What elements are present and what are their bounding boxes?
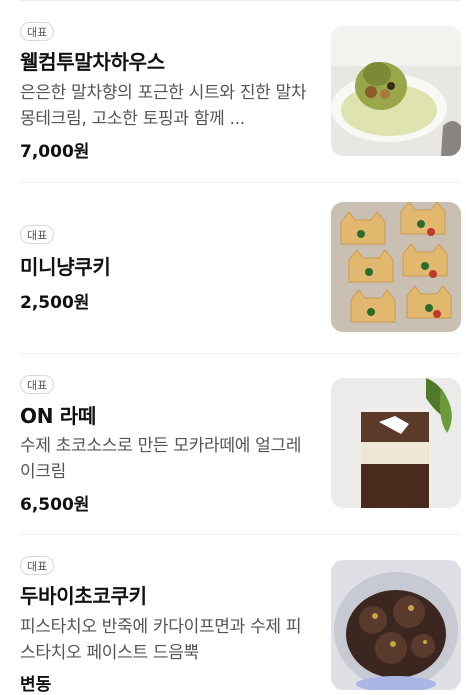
signature-badge: 대표: [20, 225, 55, 244]
menu-item-name: ON 라떼: [20, 404, 97, 428]
menu-item-price: 변동: [20, 675, 52, 695]
dubai-cookie-photo[interactable]: [331, 560, 461, 690]
menu-item-price: 2,500원: [20, 293, 90, 313]
menu-item-on-latte[interactable]: 대표 ON 라떼 수제 초코소스로 만든 모카라떼에 얼그레이크림 6,500원: [0, 354, 466, 534]
menu-item-dubai-choco-cookie[interactable]: 대표 두바이초코쿠키 피스타치오 반죽에 카다이프면과 수제 피스타치오 페이스…: [0, 535, 466, 695]
latte-photo[interactable]: [331, 378, 461, 508]
menu-item-name: 두바이초코쿠키: [20, 584, 147, 608]
menu-item-name: 미니냥쿠키: [20, 255, 111, 279]
matcha-cake-photo[interactable]: [331, 26, 461, 156]
menu-item-price: 7,000원: [20, 142, 90, 162]
menu-item-description: 은은한 말차향의 포근한 시트와 진한 말차몽테크림, 고소한 토핑과 함께 .…: [20, 83, 307, 129]
menu-item-matcha-house[interactable]: 대표 웰컴투말차하우스 은은한 말차향의 포근한 시트와 진한 말차몽테크림, …: [0, 0, 466, 182]
menu-item-description: 피스타치오 반죽에 카다이프면과 수제 피스타치오 페이스트 드음뿍: [20, 617, 302, 663]
cat-cookie-photo[interactable]: [331, 202, 461, 332]
signature-badge: 대표: [20, 556, 55, 575]
menu-item-description: 수제 초코소스로 만든 모카라떼에 얼그레이크림: [20, 436, 302, 482]
menu-item-mini-cat-cookie[interactable]: 대표 미니냥쿠키 2,500원: [0, 183, 466, 353]
menu-item-name: 웰컴투말차하우스: [20, 50, 165, 74]
signature-badge: 대표: [20, 375, 55, 394]
menu-item-price: 6,500원: [20, 495, 90, 515]
signature-badge: 대표: [20, 22, 55, 41]
